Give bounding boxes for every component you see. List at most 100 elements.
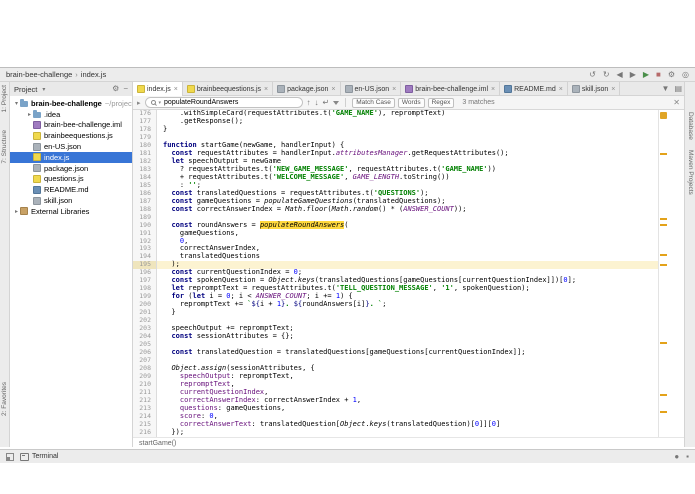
notifications-icon[interactable]: ●: [674, 452, 679, 461]
close-tab-icon[interactable]: ×: [392, 86, 396, 93]
chevron-down-icon[interactable]: ▾: [13, 100, 20, 107]
close-find-bar-icon[interactable]: ✕: [673, 98, 680, 107]
stripe-mark[interactable]: [660, 411, 667, 413]
inspection-status-icon[interactable]: [660, 112, 667, 119]
code-line[interactable]: 204 const sessionAttributes = {};: [133, 332, 658, 342]
project-panel-header[interactable]: Project ▾ ⚙ −: [10, 82, 133, 96]
code-line[interactable]: 177 .getResponse();: [133, 117, 658, 126]
tree-item-.idea[interactable]: ▸ .idea: [10, 109, 132, 120]
stripe-mark[interactable]: [660, 224, 667, 226]
chevron-right-icon[interactable]: ▸: [13, 208, 20, 215]
settings-icon[interactable]: ⚙: [668, 70, 675, 79]
tree-item-questions.js[interactable]: questions.js: [10, 174, 132, 185]
tool-button-maven[interactable]: Maven Projects: [687, 150, 694, 195]
search-match-highlight: populateRoundAnswers: [259, 220, 345, 229]
redo-icon[interactable]: ↻: [603, 70, 610, 79]
chevron-right-icon[interactable]: ▸: [26, 111, 33, 118]
tab-label: index.js: [147, 85, 171, 93]
tree-item-README.md[interactable]: README.md: [10, 184, 132, 195]
tree-item-index.js[interactable]: index.js: [10, 151, 132, 163]
tab-en-US.json[interactable]: en-US.json ×: [341, 82, 402, 96]
code-line[interactable]: 206 const translatedQuestion = translate…: [133, 348, 658, 358]
stripe-mark[interactable]: [660, 254, 667, 256]
close-tab-icon[interactable]: ×: [174, 86, 178, 93]
tree-item-en-US.json[interactable]: en-US.json: [10, 141, 132, 152]
close-tab-icon[interactable]: ×: [559, 86, 563, 93]
settings-icon[interactable]: ⚙: [112, 85, 119, 93]
title-separator: ›: [75, 70, 78, 79]
code-line[interactable]: 188 const correctAnswerIndex = Math.floo…: [133, 205, 658, 214]
close-tab-icon[interactable]: ×: [491, 86, 495, 93]
tree-item-brain-bee-challenge.iml[interactable]: brain-bee-challenge.iml: [10, 120, 132, 131]
terminal-button[interactable]: Terminal: [20, 452, 59, 461]
code-line[interactable]: 201 }: [133, 308, 658, 318]
toolbar-icons: ↺ ↻ ◀ ▶ ▶ ■ ⚙ ◎: [589, 70, 689, 79]
code-line[interactable]: 194 translatedQuestions: [133, 252, 658, 262]
tab-index.js[interactable]: index.js ×: [133, 82, 183, 96]
close-tab-icon[interactable]: ×: [611, 86, 615, 93]
code-line[interactable]: 184 + requestAttributes.t('WELCOME_MESSA…: [133, 173, 658, 182]
expand-replace-icon[interactable]: ▸: [137, 99, 141, 107]
breadcrumb-item[interactable]: startGame(): [139, 440, 176, 447]
toggle-match-case[interactable]: Match Case: [352, 97, 395, 108]
code-area[interactable]: 176 .withSimpleCard(requestAttributes.t(…: [133, 110, 658, 437]
stripe-mark[interactable]: [660, 342, 667, 344]
tab-label: brain-bee-challenge.iml: [415, 85, 488, 93]
stripe-mark[interactable]: [660, 218, 667, 220]
next-occurrence-icon[interactable]: ↓: [315, 98, 319, 107]
find-bar-divider: [345, 98, 347, 107]
previous-occurrence-icon[interactable]: ↑: [307, 98, 311, 107]
tab-skill.json[interactable]: skill.json ×: [568, 82, 621, 96]
stop-icon[interactable]: ■: [656, 70, 661, 79]
tool-button-database[interactable]: Database: [687, 112, 694, 140]
code-line[interactable]: 215 correctAnswerText: translatedQuestio…: [133, 420, 658, 429]
code-line[interactable]: 216 });: [133, 428, 658, 437]
filter-icon[interactable]: [333, 101, 340, 105]
editor-layout-icon[interactable]: ▤: [674, 85, 682, 93]
tree-item-brain-bee-challenge[interactable]: ▾ brain-bee-challenge~/projects/brain-bee…: [10, 98, 132, 109]
tab-label: brainbeequestions.js: [196, 85, 262, 93]
hidden-tabs-icon[interactable]: ▼: [662, 85, 670, 93]
undo-icon[interactable]: ↺: [589, 70, 596, 79]
search-input[interactable]: ▾ populateRoundAnswers: [144, 97, 303, 108]
search-everywhere-icon[interactable]: ◎: [682, 70, 689, 79]
tab-brain-bee-challenge.iml[interactable]: brain-bee-challenge.iml ×: [401, 82, 501, 96]
tab-brainbeequestions.js[interactable]: brainbeequestions.js ×: [183, 82, 274, 96]
tool-button-structure[interactable]: 7: Structure: [1, 130, 8, 164]
terminal-label: Terminal: [32, 453, 59, 460]
tree-item-skill.json[interactable]: skill.json: [10, 195, 132, 206]
code-line[interactable]: 200 repromptText += `${i + 1}. ${roundAn…: [133, 300, 658, 310]
tab-package.json[interactable]: package.json ×: [273, 82, 341, 96]
code-line[interactable]: 178}: [133, 125, 658, 134]
hide-panel-icon[interactable]: −: [123, 85, 128, 93]
status-bar-icons: ● ▪: [674, 452, 689, 461]
run-icon[interactable]: ▶: [643, 70, 649, 79]
tool-button-project[interactable]: 1: Project: [1, 85, 8, 112]
find-enter-icon[interactable]: ↵: [323, 98, 330, 107]
back-icon[interactable]: ◀: [617, 70, 623, 79]
tree-item-brainbeequestions.js[interactable]: brainbeequestions.js: [10, 130, 132, 141]
search-history-chevron-icon[interactable]: ▾: [159, 100, 162, 106]
stripe-mark[interactable]: [660, 394, 667, 396]
close-tab-icon[interactable]: ×: [264, 86, 268, 93]
toggle-words[interactable]: Words: [397, 97, 425, 108]
json-file-icon: [344, 85, 353, 93]
tree-item-package.json[interactable]: package.json: [10, 163, 132, 174]
stripe-mark[interactable]: [660, 153, 667, 155]
stripe-mark[interactable]: [660, 264, 667, 266]
toggle-regex[interactable]: Regex: [427, 97, 455, 108]
code-line[interactable]: 191 gameQuestions,: [133, 229, 658, 238]
tool-button-favorites[interactable]: 2: Favorites: [1, 382, 8, 416]
tab-README.md[interactable]: README.md ×: [500, 82, 568, 96]
close-tab-icon[interactable]: ×: [331, 86, 335, 93]
forward-icon[interactable]: ▶: [630, 70, 636, 79]
tree-item-External Libraries[interactable]: ▸ External Libraries: [10, 206, 132, 217]
right-tool-strip: Database Maven Projects: [684, 82, 695, 447]
indicator-icon[interactable]: ▪: [686, 452, 689, 461]
tool-window-switcher-icon[interactable]: [6, 452, 14, 461]
iml-file-icon: [405, 85, 414, 93]
tab-label: skill.json: [581, 85, 609, 93]
tree-item-label: brain-bee-challenge: [31, 98, 102, 108]
line-number[interactable]: 216: [133, 428, 157, 437]
chevron-down-icon[interactable]: ▾: [40, 86, 47, 93]
